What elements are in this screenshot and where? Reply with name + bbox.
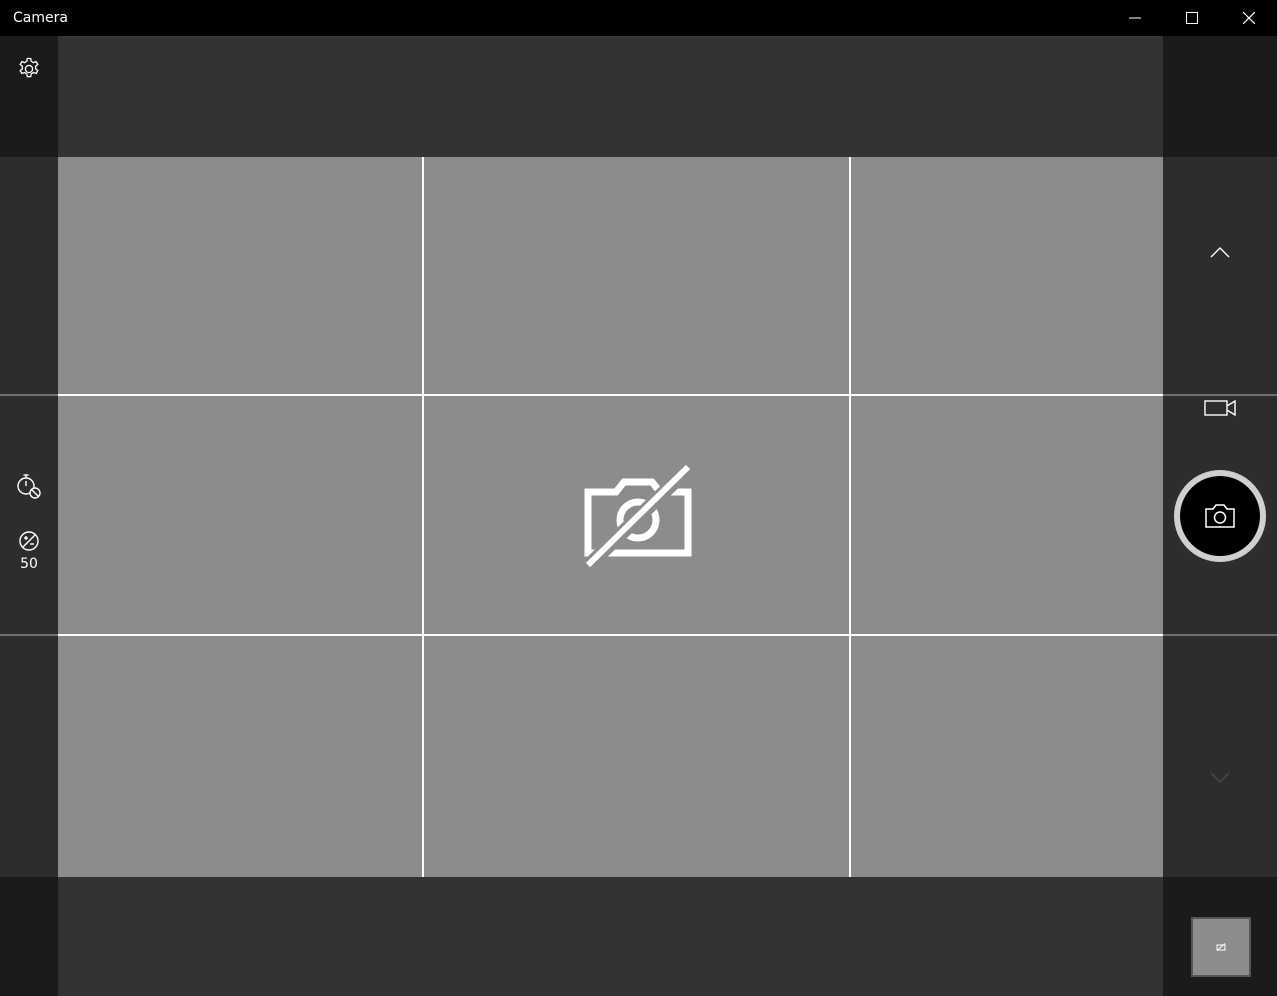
- minimize-button[interactable]: [1106, 0, 1163, 36]
- left-panel-band: [0, 157, 58, 877]
- photo-timer-button[interactable]: [10, 468, 48, 504]
- scroll-up-button[interactable]: [1200, 238, 1240, 266]
- maximize-button[interactable]: [1163, 0, 1220, 36]
- camera-icon: [1205, 504, 1235, 528]
- viewfinder-top-margin: [58, 36, 1163, 157]
- minimize-icon: [1128, 17, 1141, 19]
- video-camera-icon: [1204, 399, 1236, 417]
- gear-icon: [19, 57, 39, 78]
- close-icon: [1242, 12, 1255, 24]
- brightness-icon: [19, 531, 39, 551]
- settings-button[interactable]: [10, 50, 48, 88]
- take-photo-button[interactable]: [1174, 470, 1266, 562]
- grid-extension-line: [1163, 634, 1277, 636]
- no-camera-icon: [583, 463, 694, 569]
- chevron-up-icon: [1210, 247, 1230, 258]
- maximize-icon: [1185, 12, 1198, 24]
- window-title: Camera: [13, 10, 68, 26]
- close-button[interactable]: [1220, 0, 1277, 36]
- framing-grid-line: [58, 394, 1163, 396]
- no-camera-icon: [1216, 943, 1226, 951]
- camera-roll-thumbnail[interactable]: [1191, 917, 1251, 977]
- brightness-button[interactable]: 50: [6, 526, 52, 576]
- camera-window: Camera 50: [0, 0, 1277, 996]
- viewfinder[interactable]: [58, 157, 1163, 877]
- grid-extension-line: [0, 394, 58, 396]
- framing-grid-line: [849, 157, 851, 877]
- grid-extension-line: [0, 634, 58, 636]
- video-mode-button[interactable]: [1198, 392, 1242, 424]
- chevron-down-icon: [1210, 772, 1230, 783]
- scroll-down-button[interactable]: [1200, 764, 1240, 792]
- shutter-inner: [1180, 476, 1260, 556]
- title-bar: Camera: [0, 0, 1277, 36]
- framing-grid-line: [58, 634, 1163, 636]
- brightness-value: 50: [20, 556, 38, 572]
- framing-grid-line: [422, 157, 424, 877]
- timer-off-icon: [17, 474, 41, 499]
- viewfinder-bottom-margin: [58, 877, 1163, 996]
